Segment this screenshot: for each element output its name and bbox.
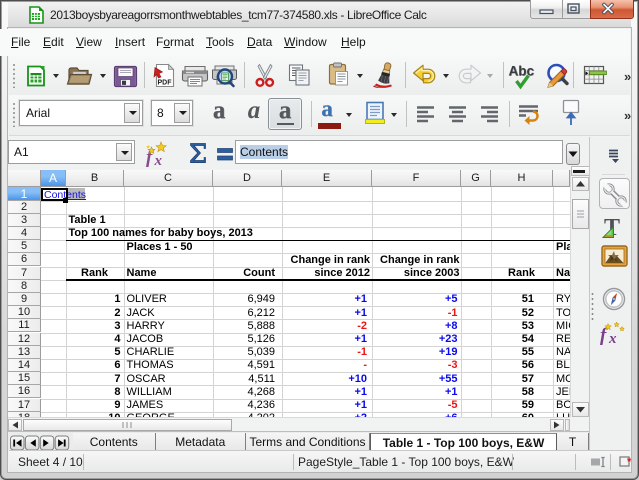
svg-text:*: *	[627, 456, 632, 468]
svg-text:x: x	[154, 153, 163, 167]
svg-text:Abc: Abc	[509, 64, 535, 79]
svg-text:PDF: PDF	[158, 80, 173, 87]
svg-text:x: x	[608, 331, 617, 345]
